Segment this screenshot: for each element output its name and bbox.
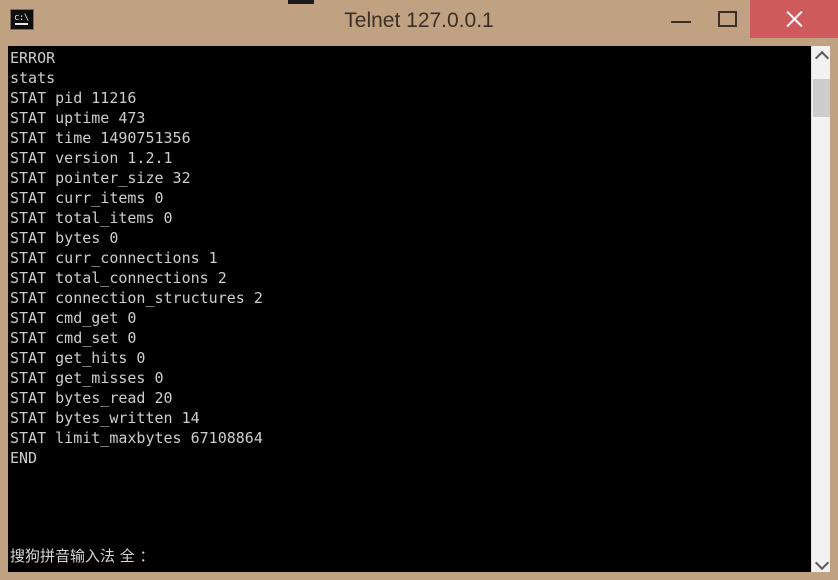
console-line: STAT uptime 473 (10, 109, 146, 127)
title-bar[interactable]: c:\ Telnet 127.0.0.1 (0, 0, 838, 38)
console-line: stats (10, 69, 56, 87)
vertical-scrollbar[interactable] (811, 46, 830, 572)
console-line: STAT bytes 0 (10, 229, 119, 247)
console-line: STAT total_items 0 (10, 209, 173, 227)
console-line: STAT cmd_set 0 (10, 329, 137, 347)
maximize-button[interactable] (704, 0, 750, 38)
console-line: STAT time 1490751356 (10, 129, 191, 147)
telnet-window: c:\ Telnet 127.0.0.1 ERROR stats STAT pid … (0, 0, 838, 580)
console-line: STAT connection_structures 2 (10, 289, 263, 307)
chevron-up-icon (814, 50, 830, 66)
console-output-area[interactable]: ERROR stats STAT pid 11216 STAT uptime 473 S… (8, 46, 830, 572)
scroll-down-button[interactable] (812, 554, 830, 572)
console-text: ERROR stats STAT pid 11216 STAT uptime 473 S… (10, 48, 800, 468)
console-line: END (10, 449, 38, 467)
console-line: STAT pid 11216 (10, 89, 137, 107)
console-line: ERROR (10, 49, 56, 67)
console-line: STAT curr_items 0 (10, 189, 164, 207)
console-line: STAT bytes_written 14 (10, 409, 200, 427)
minimize-button[interactable] (658, 0, 704, 38)
console-line: STAT pointer_size 32 (10, 169, 191, 187)
console-line: STAT limit_maxbytes 67108864 (10, 429, 263, 447)
scroll-up-button[interactable] (812, 46, 830, 66)
console-line: STAT get_misses 0 (10, 369, 164, 387)
close-button[interactable] (750, 0, 838, 38)
maximize-icon (718, 11, 737, 27)
minimize-icon (671, 21, 691, 23)
ime-status-bar: 搜狗拼音输入法 全 ： (10, 547, 155, 565)
scrollbar-track[interactable] (812, 64, 830, 554)
console-line: STAT total_connections 2 (10, 269, 227, 287)
console-line: STAT curr_connections 1 (10, 249, 218, 267)
console-line: STAT cmd_get 0 (10, 309, 137, 327)
console-line: STAT bytes_read 20 (10, 389, 173, 407)
window-controls (658, 0, 838, 38)
console-line: STAT get_hits 0 (10, 349, 146, 367)
chevron-down-icon (814, 555, 830, 571)
console-line: STAT version 1.2.1 (10, 149, 173, 167)
scrollbar-thumb[interactable] (813, 79, 830, 117)
